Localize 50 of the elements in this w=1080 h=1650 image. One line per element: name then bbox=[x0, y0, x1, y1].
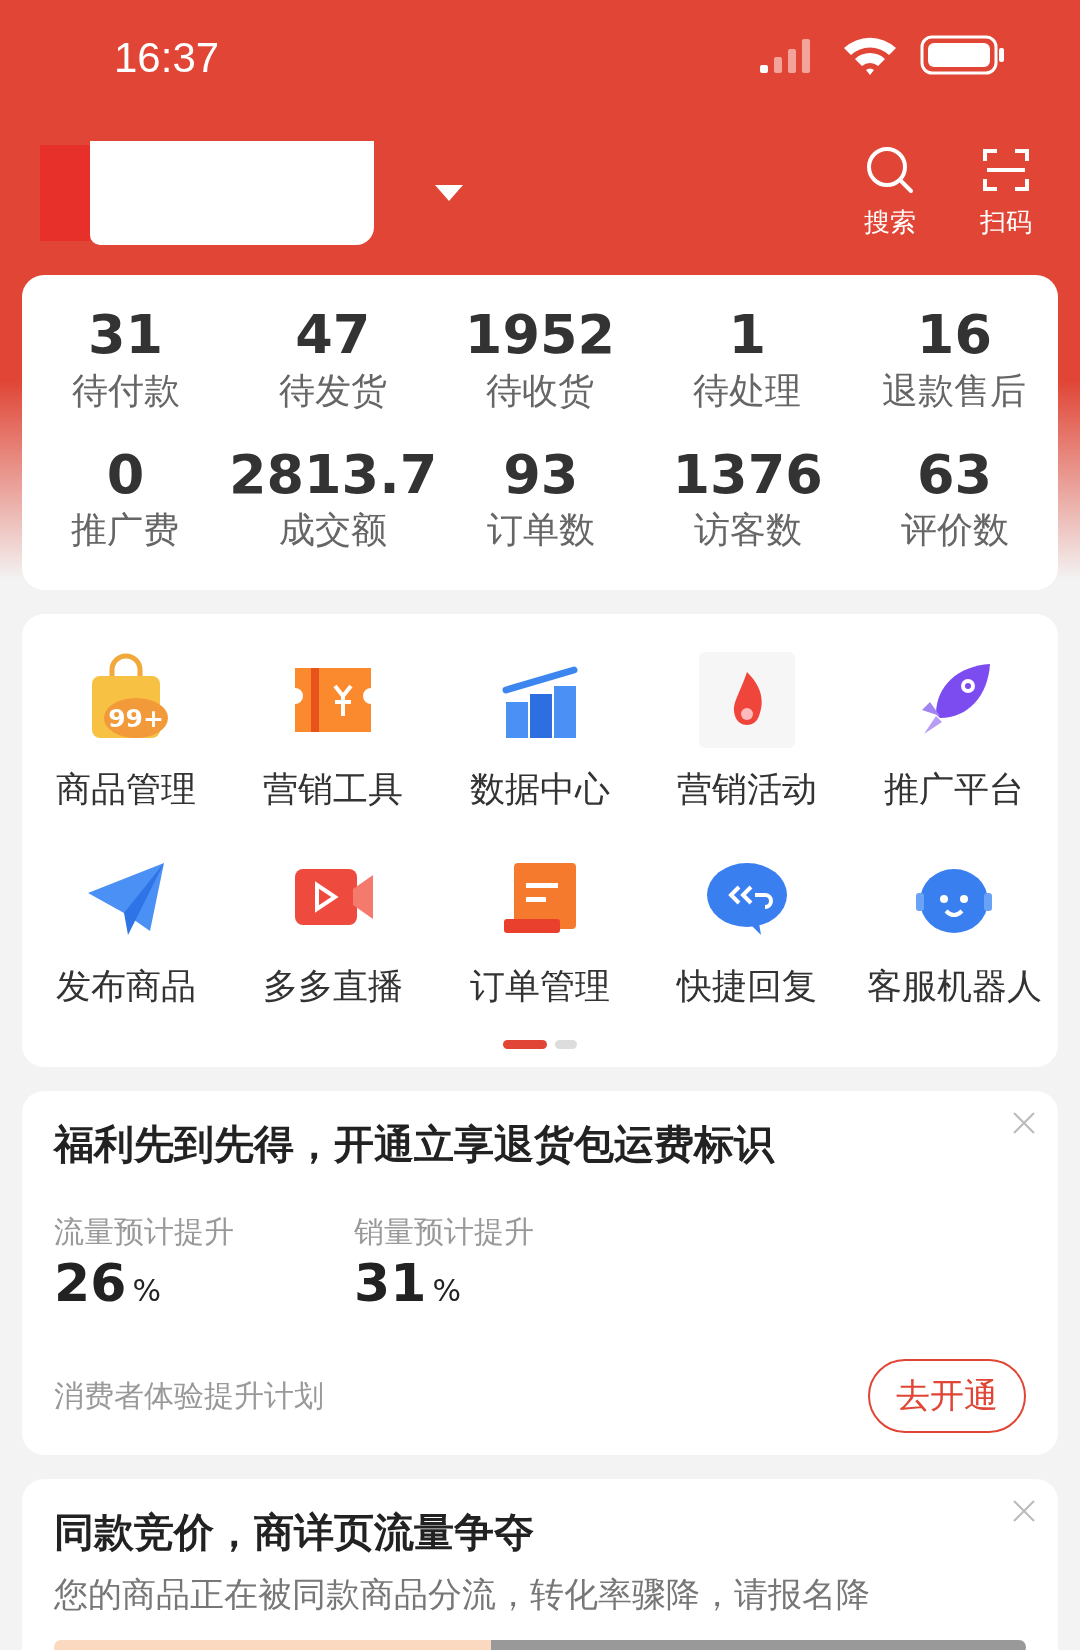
metric-unit: % bbox=[132, 1273, 161, 1309]
stat-label[interactable]: 待发货 bbox=[278, 367, 387, 415]
shortcut-item[interactable]: 营销活动 bbox=[643, 652, 851, 814]
stat-label[interactable]: 订单数 bbox=[486, 507, 595, 555]
promo-title: 福利先到先得，开通立享退货包运费标识 bbox=[54, 1120, 776, 1170]
status-time: 16:37 bbox=[114, 33, 220, 82]
stat-value[interactable]: 1952 bbox=[464, 303, 616, 368]
metric-label: 流量预计提升 bbox=[54, 1213, 234, 1252]
metric-value: 31 bbox=[354, 1253, 427, 1314]
shortcut-item[interactable]: 推广平台 bbox=[850, 652, 1058, 814]
shortcut-item[interactable]: 快捷回复 bbox=[643, 849, 851, 1011]
shortcut-item[interactable]: 发布商品 bbox=[22, 849, 230, 1011]
stat-label[interactable]: 评价数 bbox=[900, 507, 1009, 555]
shortcut-item[interactable]: 多多直播 bbox=[229, 849, 437, 1011]
notice-text: 您的商品正在被同款商品分流，转化率骤降，请报名降 bbox=[54, 1573, 871, 1617]
stat-value[interactable]: 2813.7 bbox=[228, 442, 438, 508]
stat-label[interactable]: 推广费 bbox=[71, 507, 180, 555]
metric-label: 销量预计提升 bbox=[354, 1213, 534, 1252]
stat-value[interactable]: 63 bbox=[916, 442, 993, 508]
search-icon bbox=[865, 145, 915, 195]
shortcut-item[interactable]: 客服机器人 bbox=[850, 849, 1058, 1011]
stat-label[interactable]: 退款售后 bbox=[882, 367, 1027, 415]
stat-label[interactable]: 待付款 bbox=[71, 367, 180, 415]
stat-value[interactable]: 16 bbox=[916, 303, 992, 368]
flame-icon bbox=[699, 652, 796, 749]
program-name: 消费者体验提升计划 bbox=[54, 1376, 324, 1415]
activate-button[interactable]: 去开通 bbox=[868, 1359, 1026, 1434]
stat-value[interactable]: 1 bbox=[728, 303, 766, 368]
stat-label[interactable]: 访客数 bbox=[693, 507, 802, 555]
stat-value[interactable]: 93 bbox=[503, 442, 579, 508]
stat-label[interactable]: 成交额 bbox=[279, 507, 388, 555]
scan-button[interactable]: 扫码 bbox=[980, 145, 1032, 240]
stat-label[interactable]: 待收货 bbox=[486, 367, 594, 415]
metric-value: 26 bbox=[54, 1253, 127, 1314]
metric-unit: % bbox=[432, 1273, 461, 1309]
shortcut-item[interactable]: 数据中心 bbox=[436, 652, 644, 814]
search-button[interactable]: 搜索 bbox=[864, 145, 916, 240]
shortcut-item[interactable]: 99+ 商品管理 bbox=[22, 652, 230, 814]
stat-label[interactable]: 待处理 bbox=[693, 367, 802, 415]
shortcut-item[interactable]: 订单管理 bbox=[436, 849, 644, 1011]
stat-value[interactable]: 1376 bbox=[672, 442, 823, 508]
shortcut-item[interactable]: 营销工具 bbox=[229, 652, 437, 814]
stat-value[interactable]: 31 bbox=[88, 303, 164, 368]
stat-value[interactable]: 0 bbox=[106, 442, 145, 508]
notice-title: 同款竞价，商详页流量争夺 bbox=[54, 1508, 535, 1558]
caret-icon[interactable] bbox=[434, 183, 464, 202]
close-icon[interactable] bbox=[1012, 1499, 1036, 1524]
stat-value[interactable]: 47 bbox=[295, 303, 371, 368]
close-icon[interactable] bbox=[1012, 1111, 1036, 1136]
battery-icon bbox=[920, 34, 1006, 76]
